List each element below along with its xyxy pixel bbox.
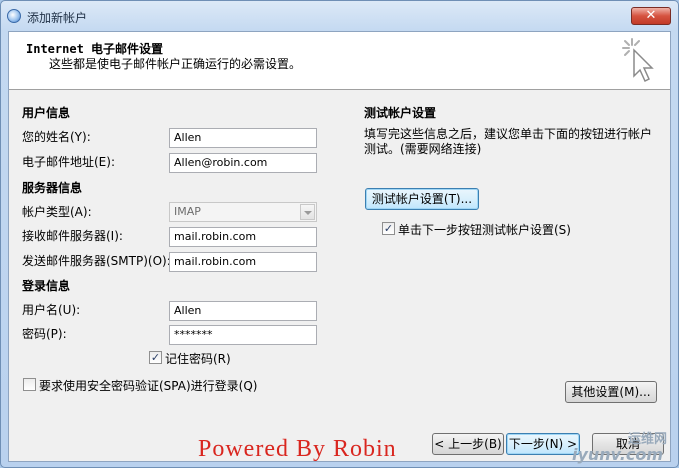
wizard-header: Internet 电子邮件设置 这些都是使电子邮件帐户正确运行的必需设置。 xyxy=(9,32,670,90)
user-info-heading: 用户信息 xyxy=(22,106,71,120)
spa-checkbox[interactable] xyxy=(23,378,36,391)
dialog-content: Internet 电子邮件设置 这些都是使电子邮件帐户正确运行的必需设置。 用户… xyxy=(8,31,671,462)
outlook-app-icon xyxy=(7,9,21,23)
more-settings-button[interactable]: 其他设置(M)... xyxy=(565,381,657,403)
outgoing-server-input[interactable]: mail.robin.com xyxy=(169,252,317,272)
next-button[interactable]: 下一步(N) > xyxy=(506,433,580,455)
server-info-heading: 服务器信息 xyxy=(22,181,83,195)
close-button[interactable]: ✕ xyxy=(631,7,671,25)
test-on-next-checkbox[interactable]: ✓ xyxy=(382,222,395,235)
account-type-label: 帐户类型(A): xyxy=(22,205,92,219)
test-account-button[interactable]: 测试帐户设置(T)... xyxy=(365,188,479,210)
login-info-heading: 登录信息 xyxy=(22,279,71,293)
test-settings-heading: 测试帐户设置 xyxy=(364,106,437,120)
test-on-next-label: 单击下一步按钮测试帐户设置(S) xyxy=(398,223,571,237)
remember-password-checkbox[interactable]: ✓ xyxy=(149,351,162,364)
site-logo: 运维网 iyunv.com xyxy=(572,428,671,466)
password-input[interactable]: ******* xyxy=(169,325,317,345)
account-type-select: IMAP xyxy=(169,202,317,222)
outgoing-server-label: 发送邮件服务器(SMTP)(O): xyxy=(22,254,171,268)
remember-password-label: 记住密码(R) xyxy=(165,352,231,366)
dialog-window: 添加新帐户 ✕ Internet 电子邮件设置 这些都是使电子邮件帐户正确运行的… xyxy=(0,0,679,468)
account-type-value: IMAP xyxy=(174,205,201,218)
username-label: 用户名(U): xyxy=(22,303,81,317)
spa-label: 要求使用安全密码验证(SPA)进行登录(Q) xyxy=(39,379,258,393)
incoming-server-label: 接收邮件服务器(I): xyxy=(22,229,123,243)
name-label: 您的姓名(Y): xyxy=(22,130,91,144)
username-input[interactable]: Allen xyxy=(169,301,317,321)
cursor-sparkle-icon xyxy=(622,38,654,83)
email-label: 电子邮件地址(E): xyxy=(22,155,115,169)
window-title: 添加新帐户 xyxy=(27,11,88,25)
page-subtitle: 这些都是使电子邮件帐户正确运行的必需设置。 xyxy=(49,57,302,71)
name-input[interactable]: Allen xyxy=(169,128,317,148)
title-bar[interactable]: 添加新帐户 ✕ xyxy=(1,1,678,31)
email-input[interactable]: Allen@robin.com xyxy=(169,153,317,173)
back-button[interactable]: < 上一步(B) xyxy=(432,433,504,455)
logo-bottom-text: iyunv.com xyxy=(571,445,663,464)
password-label: 密码(P): xyxy=(22,327,67,341)
watermark-text: Powered By Robin xyxy=(198,436,397,462)
test-description: 填写完这些信息之后，建议您单击下面的按钮进行帐户测试。(需要网络连接) xyxy=(364,127,653,156)
chevron-down-icon xyxy=(300,204,315,220)
incoming-server-input[interactable]: mail.robin.com xyxy=(169,227,317,247)
